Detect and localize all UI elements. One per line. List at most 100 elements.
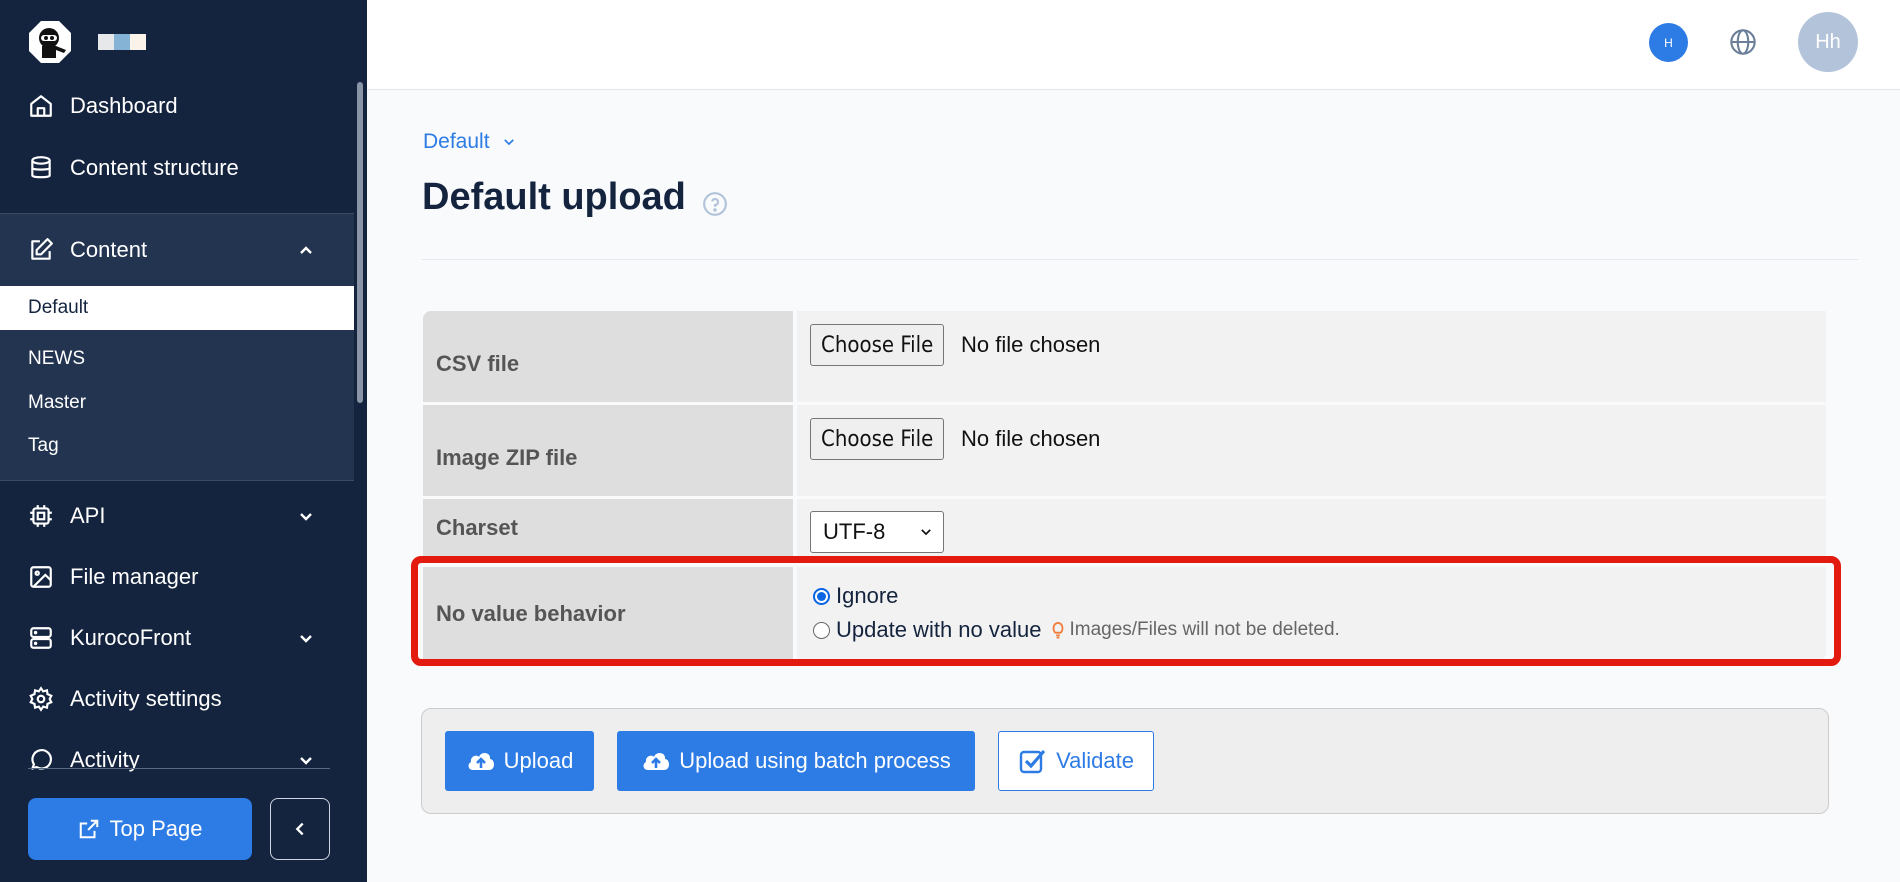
page-title: Default upload bbox=[422, 176, 686, 218]
sidebar-item-content-structure[interactable]: Content structure bbox=[0, 140, 354, 196]
gear-icon bbox=[28, 686, 54, 712]
radio-button[interactable] bbox=[813, 621, 830, 639]
upload-button-label: Upload bbox=[503, 748, 574, 773]
sidebar-nav: Dashboard Content structure Content Defa… bbox=[0, 78, 354, 778]
collapse-sidebar-button[interactable] bbox=[270, 798, 330, 860]
brand-name-placeholder bbox=[98, 34, 146, 50]
kuroco-logo[interactable] bbox=[28, 20, 72, 64]
sidebar-item-label: Content bbox=[70, 237, 148, 262]
chat-icon bbox=[28, 747, 54, 773]
upload-batch-button-label: Upload using batch process bbox=[679, 748, 951, 773]
csv-file-status: No file chosen bbox=[961, 332, 1101, 357]
sidebar-divider bbox=[28, 768, 330, 769]
site-avatar[interactable]: H bbox=[1649, 23, 1688, 62]
top-page-label: Top Page bbox=[109, 816, 203, 841]
chevron-down-icon bbox=[300, 635, 312, 643]
title-divider bbox=[422, 259, 1858, 260]
chevron-left-icon bbox=[295, 822, 304, 836]
csv-choose-file-button[interactable]: Choose File bbox=[810, 324, 945, 366]
sidebar-scrollbar[interactable] bbox=[357, 82, 363, 403]
content-group: Content Default NEWS Master Tag bbox=[0, 213, 354, 481]
image-icon bbox=[28, 564, 54, 590]
charset-label: Charset bbox=[423, 499, 793, 556]
chevron-down-icon bbox=[921, 529, 931, 536]
action-panel: Upload Upload using batch process Valida… bbox=[421, 708, 1829, 814]
user-avatar-initials: Hh bbox=[1815, 30, 1841, 53]
cloud-upload-icon bbox=[643, 753, 670, 770]
site-avatar-initial: H bbox=[1664, 35, 1673, 50]
brand-swatch bbox=[114, 34, 130, 50]
image-zip-cell: Choose File No file chosen bbox=[797, 405, 1826, 496]
lightbulb-icon bbox=[1053, 621, 1064, 639]
user-avatar[interactable]: Hh bbox=[1798, 12, 1858, 72]
sidebar-item-activity-settings[interactable]: Activity settings bbox=[0, 671, 354, 727]
top-page-button[interactable]: Top Page bbox=[28, 798, 252, 860]
image-zip-row: Image ZIP file Choose File No file chose… bbox=[423, 405, 1826, 496]
sidebar-item-label: Dashboard bbox=[70, 93, 178, 118]
radio-ignore-label: Ignore bbox=[836, 583, 899, 608]
external-link-icon bbox=[79, 819, 98, 839]
radio-update-label: Update with no value bbox=[836, 617, 1042, 642]
sidebar-item-kurocofront[interactable]: KurocoFront bbox=[0, 610, 354, 666]
zip-choose-file-button[interactable]: Choose File bbox=[810, 418, 945, 460]
sidebar-subitem-default[interactable]: Default bbox=[0, 286, 354, 330]
home-icon bbox=[28, 93, 54, 119]
csv-file-row: CSV file Choose File No file chosen bbox=[423, 311, 1826, 402]
validate-button-label: Validate bbox=[1056, 748, 1134, 773]
no-value-behavior-cell: Ignore Update with no value Images/Files… bbox=[797, 567, 1826, 660]
zip-file-status: No file chosen bbox=[961, 426, 1101, 451]
chevron-down-icon bbox=[300, 757, 312, 765]
radio-button-checked[interactable] bbox=[813, 587, 830, 605]
sidebar: Dashboard Content structure Content Defa… bbox=[0, 0, 367, 882]
chip-icon bbox=[28, 503, 54, 529]
upload-button[interactable]: Upload bbox=[445, 731, 594, 791]
radio-ignore[interactable]: Ignore bbox=[813, 583, 898, 609]
checkbox-checked-icon bbox=[1019, 749, 1046, 774]
sidebar-subitem-news[interactable]: NEWS bbox=[0, 337, 354, 381]
sidebar-subitem-tag[interactable]: Tag bbox=[0, 424, 354, 468]
help-icon[interactable] bbox=[702, 191, 728, 217]
charset-cell: UTF-8 bbox=[797, 499, 1826, 556]
breadcrumb-dropdown[interactable]: Default bbox=[423, 130, 516, 154]
globe-icon[interactable] bbox=[1729, 28, 1757, 56]
no-value-behavior-row: No value behavior Ignore Update with no … bbox=[423, 567, 1826, 660]
sidebar-item-label: Content structure bbox=[70, 155, 239, 180]
brand-swatch bbox=[98, 34, 114, 50]
sidebar-item-label: API bbox=[70, 503, 106, 528]
cloud-upload-icon bbox=[468, 753, 494, 770]
charset-selected-value: UTF-8 bbox=[823, 519, 886, 544]
charset-row: Charset UTF-8 bbox=[423, 499, 1826, 556]
sidebar-item-label: Activity settings bbox=[70, 686, 222, 711]
validate-button[interactable]: Validate bbox=[998, 731, 1154, 791]
subitem-label: NEWS bbox=[28, 348, 85, 369]
brand-swatch bbox=[130, 34, 146, 50]
hint-label: Images/Files will not be deleted. bbox=[1069, 619, 1340, 640]
sidebar-subitem-master[interactable]: Master bbox=[0, 381, 354, 425]
sidebar-item-activity[interactable]: Activity bbox=[0, 732, 354, 778]
chevron-down-icon bbox=[503, 139, 514, 146]
sidebar-item-content[interactable]: Content bbox=[0, 222, 354, 278]
image-zip-label: Image ZIP file bbox=[423, 405, 793, 496]
sidebar-item-label: File manager bbox=[70, 564, 199, 589]
sidebar-item-label: Activity bbox=[70, 747, 140, 772]
breadcrumb-label: Default bbox=[423, 130, 490, 153]
chevron-up-icon bbox=[300, 246, 312, 254]
edit-icon bbox=[28, 237, 54, 263]
subitem-label: Tag bbox=[28, 435, 59, 456]
subitem-label: Default bbox=[28, 297, 89, 318]
csv-file-label: CSV file bbox=[423, 311, 793, 402]
sidebar-item-api[interactable]: API bbox=[0, 488, 354, 544]
charset-select[interactable]: UTF-8 bbox=[810, 511, 944, 553]
sidebar-item-label: KurocoFront bbox=[70, 625, 192, 650]
sidebar-item-dashboard[interactable]: Dashboard bbox=[0, 78, 354, 134]
database-icon bbox=[28, 155, 54, 181]
no-value-behavior-label: No value behavior bbox=[423, 567, 793, 660]
subitem-label: Master bbox=[28, 392, 87, 413]
csv-file-cell: Choose File No file chosen bbox=[797, 311, 1826, 402]
sidebar-item-file-manager[interactable]: File manager bbox=[0, 549, 354, 605]
server-icon bbox=[28, 625, 54, 651]
chevron-down-icon bbox=[300, 513, 312, 521]
hint-text: Images/Files will not be deleted. bbox=[1051, 619, 1340, 641]
upload-batch-button[interactable]: Upload using batch process bbox=[617, 731, 975, 791]
radio-update-with-no-value[interactable]: Update with no value Images/Files will n… bbox=[813, 617, 1340, 643]
